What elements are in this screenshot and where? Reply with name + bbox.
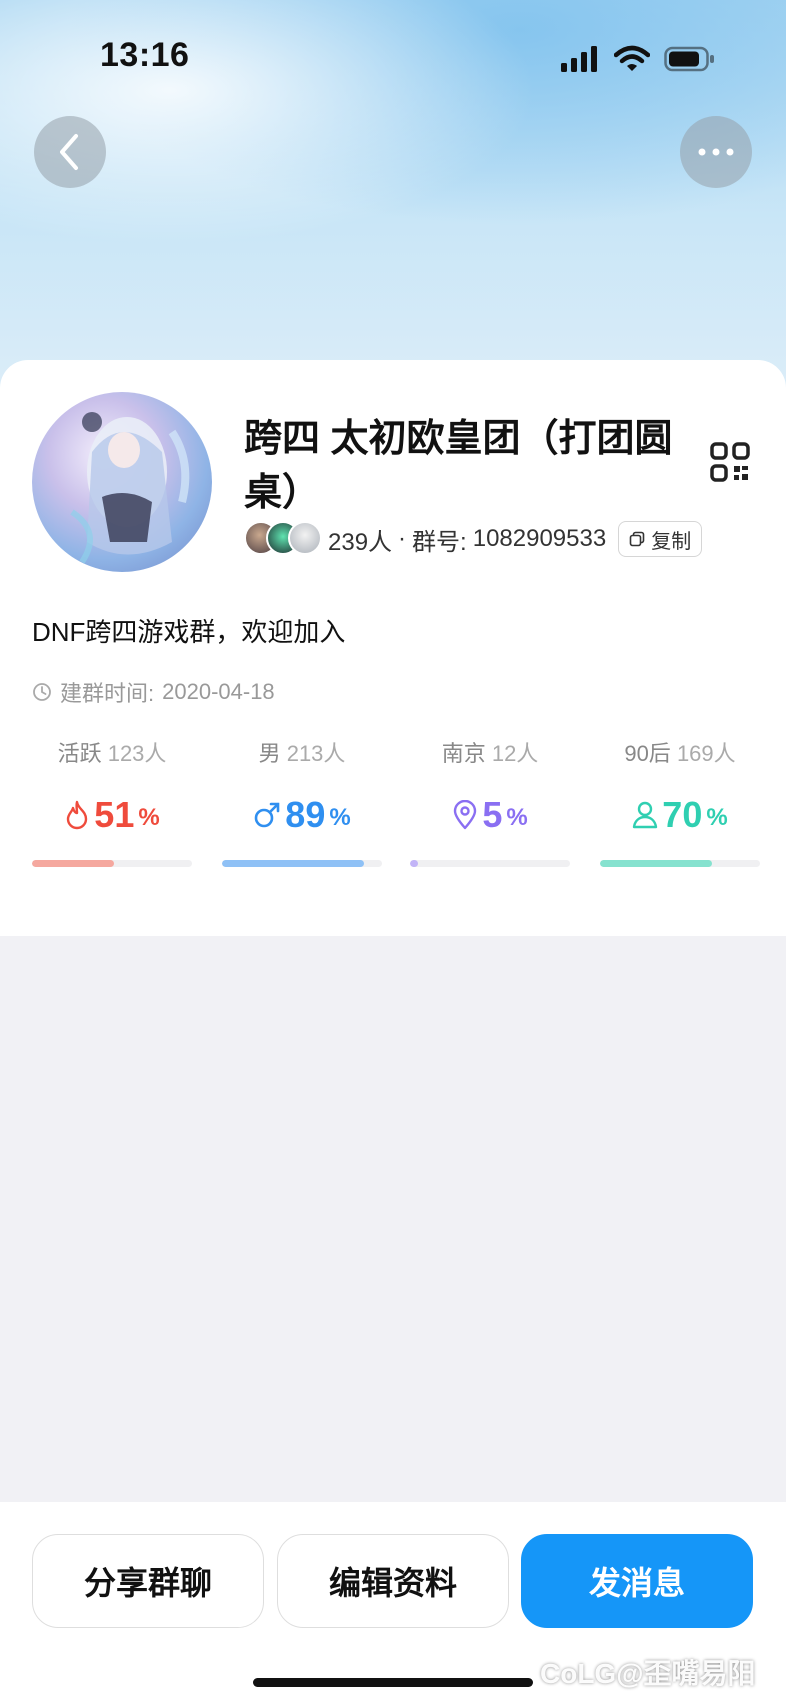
stat-male[interactable]: 男 213人 89 % bbox=[222, 736, 382, 867]
more-icon bbox=[698, 148, 734, 156]
stat-unit: % bbox=[329, 804, 351, 831]
stat-percent-row: 5 % bbox=[410, 794, 570, 836]
stat-percent: 89 bbox=[285, 794, 326, 835]
stat-label: 活跃 bbox=[57, 741, 102, 766]
stat-active[interactable]: 活跃 123人 51 % bbox=[32, 736, 192, 867]
stat-percent: 51 bbox=[94, 794, 135, 835]
stat-label-row: 男 213人 bbox=[222, 736, 382, 768]
stat-percent-row: 51 % bbox=[32, 794, 192, 836]
stat-unit: % bbox=[506, 804, 528, 831]
send-message-button[interactable]: 发消息 bbox=[521, 1534, 753, 1628]
male-icon bbox=[254, 802, 280, 828]
group-meta: 239人 · 群号: 1082909533 复制 bbox=[244, 520, 703, 558]
stat-count: 123人 bbox=[107, 741, 167, 766]
created-time: 建群时间: 2020-04-18 bbox=[32, 676, 275, 708]
stat-label: 90后 bbox=[624, 741, 671, 766]
wifi-icon bbox=[614, 45, 650, 71]
stat-progress-fill bbox=[222, 860, 365, 867]
signal-icon bbox=[561, 46, 597, 72]
member-count: 239人 bbox=[328, 528, 393, 556]
more-button[interactable] bbox=[680, 116, 752, 188]
flame-icon bbox=[67, 800, 88, 830]
stat-age[interactable]: 90后 169人 70 % bbox=[600, 736, 760, 867]
copy-button[interactable]: 复制 bbox=[618, 521, 703, 557]
stat-percent: 70 bbox=[662, 794, 703, 835]
stat-percent: 5 bbox=[482, 794, 503, 835]
stat-progress bbox=[222, 860, 382, 867]
person-icon bbox=[633, 801, 658, 829]
stat-label-row: 90后 169人 bbox=[600, 736, 760, 768]
stat-progress-fill bbox=[600, 860, 712, 867]
home-indicator bbox=[253, 1678, 533, 1687]
stat-unit: % bbox=[706, 804, 728, 831]
qr-code-icon[interactable] bbox=[710, 442, 750, 482]
group-avatar[interactable] bbox=[32, 392, 212, 572]
stat-label-row: 南京 12人 bbox=[410, 736, 570, 768]
stat-percent-row: 70 % bbox=[600, 794, 760, 836]
stat-progress-fill bbox=[32, 860, 114, 867]
avatar-art bbox=[70, 412, 190, 564]
created-label: 建群时间: bbox=[60, 681, 155, 706]
stat-percent-row: 89 % bbox=[222, 794, 382, 836]
stat-label-row: 活跃 123人 bbox=[32, 736, 192, 768]
status-bar: 13:16 bbox=[0, 0, 786, 120]
status-time: 13:16 bbox=[100, 36, 190, 74]
stat-label: 南京 bbox=[441, 741, 486, 766]
copy-label: 复制 bbox=[651, 530, 692, 553]
clock-icon bbox=[33, 683, 51, 701]
member-avatar bbox=[288, 521, 322, 555]
group-id: 1082909533 bbox=[472, 525, 607, 552]
copy-icon bbox=[629, 531, 645, 547]
member-avatars[interactable] bbox=[244, 521, 322, 557]
group-description: DNF跨四游戏群，欢迎加入 bbox=[32, 617, 346, 647]
meta-separator: · bbox=[398, 525, 407, 552]
stat-location[interactable]: 南京 12人 5 % bbox=[410, 736, 570, 867]
group-id-label: 群号: bbox=[412, 528, 467, 556]
stat-count: 12人 bbox=[491, 741, 539, 766]
stat-progress-fill bbox=[410, 860, 418, 867]
stat-progress bbox=[600, 860, 760, 867]
group-name: 跨四 太初欧皇团（打团圆桌） bbox=[244, 418, 673, 514]
edit-profile-button[interactable]: 编辑资料 bbox=[277, 1534, 509, 1628]
stat-progress bbox=[410, 860, 570, 867]
back-button[interactable] bbox=[34, 116, 106, 188]
bottom-action-bar: 分享群聊 编辑资料 发消息 CoLG@歪嘴易阳 bbox=[0, 1502, 786, 1704]
share-group-button[interactable]: 分享群聊 bbox=[32, 1534, 264, 1628]
status-icons bbox=[560, 44, 716, 74]
chevron-left-icon bbox=[60, 134, 78, 170]
stat-count: 169人 bbox=[676, 741, 736, 766]
stat-label: 男 bbox=[258, 741, 281, 766]
battery-icon bbox=[664, 46, 714, 72]
stat-count: 213人 bbox=[286, 741, 346, 766]
created-date: 2020-04-18 bbox=[162, 679, 275, 704]
group-info-card: 跨四 太初欧皇团（打团圆桌） 239人 · 群号: 1082909533 复制 … bbox=[0, 360, 786, 936]
stat-unit: % bbox=[138, 804, 160, 831]
location-icon bbox=[454, 800, 477, 830]
stat-progress bbox=[32, 860, 192, 867]
watermark: CoLG@歪嘴易阳 bbox=[540, 1658, 756, 1689]
